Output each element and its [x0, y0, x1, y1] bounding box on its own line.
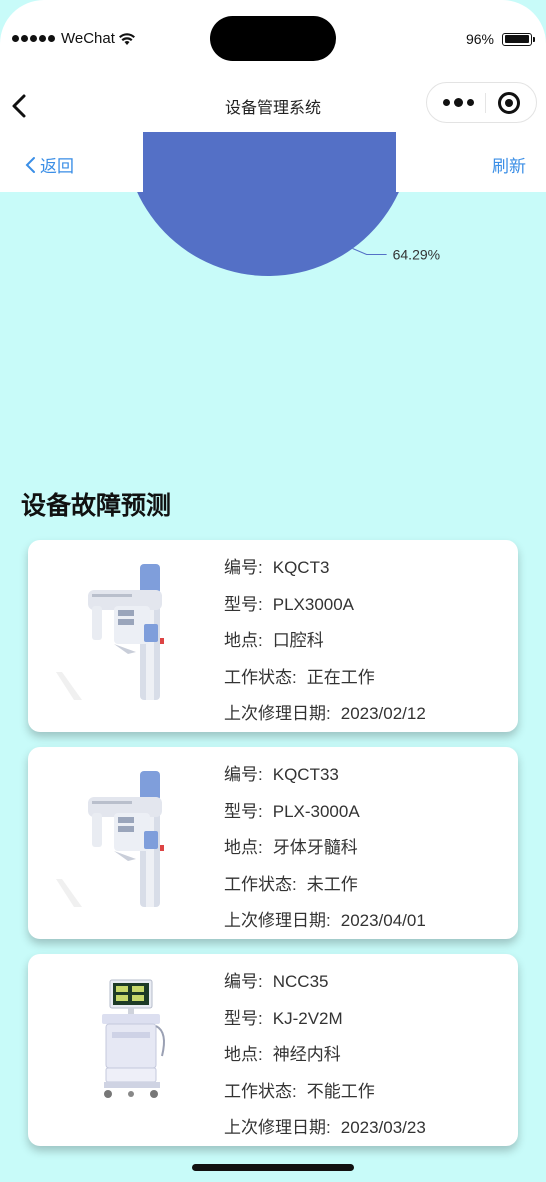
- carrier-label: WeChat: [61, 30, 115, 47]
- dental-ct-scanner-icon: [56, 564, 164, 700]
- info-row-status: 工作状态: 不能工作: [224, 1078, 426, 1115]
- info-label: 工作状态:: [224, 1081, 297, 1101]
- info-row-status: 工作状态: 正在工作: [224, 664, 426, 701]
- pie-slice-label: 64.29%: [393, 247, 440, 263]
- wifi-icon: [118, 32, 135, 45]
- info-row-last-repair: 上次修理日期: 2023/02/12: [224, 700, 426, 737]
- device-card[interactable]: 编号: KQCT33 型号: PLX-3000A 地点: 牙体牙髓科工作状态: 未工作上次修…: [28, 747, 518, 939]
- info-row-location: 地点: 神经内科: [224, 1041, 426, 1078]
- info-row-status: 工作状态: 未工作: [224, 871, 426, 908]
- info-label: 型号:: [224, 594, 263, 614]
- refresh-button[interactable]: 刷新: [492, 152, 526, 177]
- info-value: 口腔科: [272, 631, 324, 650]
- info-label: 上次修理日期:: [224, 1118, 331, 1137]
- info-row-id: 编号: NCC35: [224, 968, 426, 1005]
- info-value: 不能工作: [306, 1081, 375, 1101]
- info-label: 工作状态:: [224, 667, 297, 687]
- info-label: 地点:: [224, 838, 263, 857]
- device-image: [56, 562, 206, 702]
- info-value: KQCT33: [272, 765, 339, 784]
- info-row-last-repair: 上次修理日期: 2023/04/01: [224, 907, 426, 944]
- info-value: 牙体牙髓科: [272, 838, 358, 857]
- info-row-location: 地点: 牙体牙髓科: [224, 834, 426, 871]
- info-value: KJ-2V2M: [272, 1008, 343, 1028]
- info-value: PLX-3000A: [272, 801, 360, 821]
- info-row-model: 型号: KJ-2V2M: [224, 1005, 426, 1042]
- info-value: PLX3000A: [272, 594, 355, 614]
- sub-nav: 返回 刷新: [0, 132, 546, 192]
- pie-leader-line: [352, 248, 387, 256]
- chevron-left-icon: [25, 156, 35, 173]
- info-row-id: 编号: KQCT3: [224, 554, 426, 591]
- device-info: 编号: KQCT33 型号: PLX-3000A 地点: 牙体牙髓科工作状态: 未工作上次修…: [224, 761, 426, 944]
- info-value: 未工作: [306, 874, 358, 894]
- section-title: 设备故障预测: [21, 491, 172, 520]
- info-value: KQCT3: [272, 558, 330, 577]
- close-target-icon[interactable]: [498, 91, 521, 114]
- phone-screen: WeChat 96% 设备管理系统 64.29%14.29%: [0, 0, 546, 1182]
- signal-icon: [12, 35, 55, 42]
- info-row-id: 编号: KQCT33: [224, 761, 426, 798]
- neuro-monitor-cart-icon: [102, 979, 165, 1098]
- info-label: 地点:: [224, 1045, 263, 1064]
- capsule-divider: [485, 92, 487, 113]
- battery-percent: 96%: [465, 31, 494, 47]
- info-label: 编号:: [224, 765, 263, 784]
- info-label: 编号:: [224, 558, 263, 577]
- info-row-model: 型号: PLX-3000A: [224, 798, 426, 835]
- info-label: 型号:: [224, 1008, 263, 1028]
- camera-notch: [210, 16, 336, 61]
- device-image: [56, 976, 206, 1116]
- status-left: WeChat: [12, 30, 135, 47]
- home-indicator: [192, 1164, 354, 1171]
- status-bar: WeChat 96%: [0, 0, 546, 80]
- more-icon[interactable]: [442, 97, 474, 107]
- info-row-location: 地点: 口腔科: [224, 627, 426, 664]
- info-label: 编号:: [224, 972, 263, 991]
- nav-bar: 设备管理系统: [0, 80, 546, 132]
- device-info: 编号: NCC35 型号: KJ-2V2M 地点: 神经内科工作状态: 不能工作上次修理日期…: [224, 968, 426, 1151]
- device-info: 编号: KQCT3 型号: PLX3000A 地点: 口腔科工作状态: 正在工作上次修理日期…: [224, 554, 426, 737]
- info-value: 2023/02/12: [340, 704, 426, 723]
- info-value: 2023/04/01: [340, 911, 426, 930]
- device-image: [56, 769, 206, 909]
- device-card[interactable]: 编号: NCC35 型号: KJ-2V2M 地点: 神经内科工作状态: 不能工作上次修理日期…: [28, 954, 518, 1146]
- back-label: 返回: [40, 157, 74, 177]
- info-label: 工作状态:: [224, 874, 297, 894]
- status-right: 96%: [465, 31, 535, 47]
- info-value: 2023/03/23: [340, 1118, 426, 1137]
- dental-ct-scanner-icon: [56, 771, 164, 907]
- battery-icon: [502, 32, 535, 46]
- info-label: 上次修理日期:: [224, 911, 331, 930]
- info-value: NCC35: [272, 972, 329, 991]
- battery-fill: [504, 35, 529, 43]
- info-row-last-repair: 上次修理日期: 2023/03/23: [224, 1114, 426, 1151]
- back-link[interactable]: 返回: [24, 152, 78, 177]
- mini-program-capsule: [426, 82, 537, 123]
- info-label: 上次修理日期:: [224, 704, 331, 723]
- info-label: 地点:: [224, 631, 263, 650]
- info-row-model: 型号: PLX3000A: [224, 591, 426, 628]
- info-label: 型号:: [224, 801, 263, 821]
- device-card[interactable]: 编号: KQCT3 型号: PLX3000A 地点: 口腔科工作状态: 正在工作上次修理日期…: [28, 540, 518, 732]
- info-value: 神经内科: [272, 1045, 341, 1064]
- info-value: 正在工作: [306, 667, 375, 687]
